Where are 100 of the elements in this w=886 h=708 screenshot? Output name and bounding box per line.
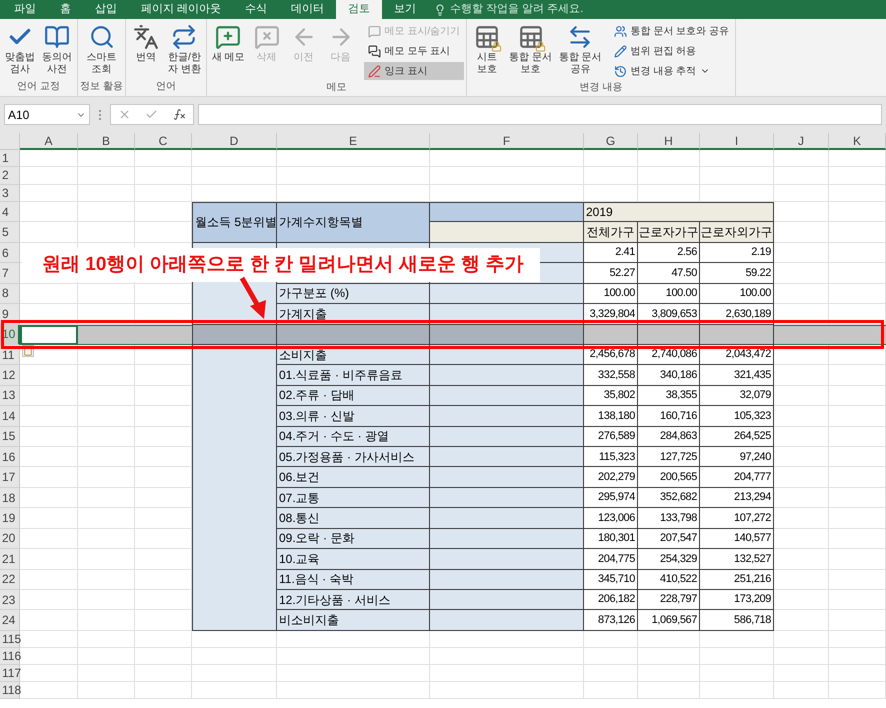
- column-header[interactable]: F: [430, 133, 584, 150]
- table-cell: 32,079: [700, 386, 774, 406]
- row-header[interactable]: 13: [0, 386, 20, 406]
- table-cell: 07.교통: [277, 488, 430, 508]
- ribbon-tab[interactable]: 검토: [336, 0, 382, 19]
- table-cell: 213,294: [700, 488, 774, 508]
- column-header[interactable]: C: [135, 133, 192, 150]
- row-header[interactable]: 14: [0, 406, 20, 427]
- row-header[interactable]: 117: [0, 664, 20, 682]
- ribbon-button[interactable]: 통합 문서 공유: [556, 22, 605, 76]
- table-cell: 115,323: [584, 447, 638, 468]
- row-header[interactable]: 21: [0, 549, 20, 570]
- row-header[interactable]: 12: [0, 365, 20, 386]
- row-header[interactable]: 23: [0, 590, 20, 610]
- group-label: 메모: [325, 81, 348, 95]
- ribbon-button[interactable]: 통합 문서 보호와 공유: [610, 22, 734, 40]
- cancel-icon[interactable]: [118, 108, 132, 121]
- row-header[interactable]: 116: [0, 648, 20, 665]
- column-header[interactable]: K: [829, 133, 886, 150]
- row-header[interactable]: 16: [0, 447, 20, 468]
- row-header[interactable]: 18: [0, 488, 20, 508]
- column-header[interactable]: B: [78, 133, 135, 150]
- row-header[interactable]: 2: [0, 167, 20, 185]
- function-icon[interactable]: [172, 108, 186, 121]
- row-header[interactable]: 24: [0, 610, 20, 631]
- group-label: 언어 교정: [16, 80, 61, 94]
- ribbon-button[interactable]: 메모 모두 표시: [364, 42, 464, 60]
- ribbon-button[interactable]: 시트 보호: [469, 22, 506, 76]
- table-header-cell: 전체가구: [584, 222, 638, 243]
- ribbon-tab[interactable]: 페이지 레이아웃: [129, 0, 234, 19]
- table-cell: 09.오락 · 문화: [277, 528, 430, 550]
- table-cell: 가구분포 (%): [277, 284, 430, 304]
- ribbon-button[interactable]: 한글/한 자 변환: [165, 22, 204, 76]
- comment-icon: [368, 24, 381, 38]
- ribbon-tab[interactable]: 삽입: [83, 0, 129, 19]
- annotation-tooltip: 원래 10행이 아래쪽으로 한 칸 밀려나면서 새로운 행 추가: [22, 248, 540, 282]
- ribbon-button[interactable]: 맞춤법 검사: [2, 22, 38, 76]
- column-header[interactable]: D: [192, 133, 277, 150]
- row-header[interactable]: 22: [0, 570, 20, 590]
- table-cell: 206,182: [584, 590, 638, 610]
- row-header[interactable]: 4: [0, 202, 20, 222]
- table-cell: 1,069,567: [638, 610, 700, 631]
- row-header[interactable]: 19: [0, 508, 20, 529]
- table-cell: 01.식료품 · 비주류음료: [277, 365, 430, 386]
- table-cell: 352,682: [638, 488, 700, 508]
- table-cell: 204,777: [700, 467, 774, 488]
- ribbon-tab[interactable]: 데이터: [279, 0, 336, 19]
- pen-icon: [368, 64, 381, 78]
- table-header-cell: 2019: [584, 202, 774, 222]
- ribbon-tab[interactable]: 보기: [382, 0, 428, 19]
- table-cell: 2.19: [700, 242, 774, 264]
- ribbon-button[interactable]: 새 메모: [208, 22, 248, 64]
- row-header[interactable]: 20: [0, 528, 20, 550]
- name-box[interactable]: A10: [4, 104, 90, 125]
- row-header[interactable]: 115: [0, 630, 20, 648]
- table-cell: 비소비지출: [277, 610, 430, 631]
- drag-handle-icon[interactable]: [99, 110, 101, 120]
- ribbon-button[interactable]: 잉크 표시: [364, 62, 464, 80]
- table-cell: 254,329: [638, 549, 700, 570]
- column-header[interactable]: I: [700, 133, 774, 150]
- column-header[interactable]: G: [584, 133, 638, 150]
- ribbon-tab[interactable]: 홈: [48, 0, 83, 19]
- table-cell: 127,725: [638, 447, 700, 468]
- table-cell: 586,718: [700, 610, 774, 631]
- table-cell: 202,279: [584, 467, 638, 488]
- select-all-corner[interactable]: [0, 133, 20, 150]
- ribbon-button[interactable]: 번역: [128, 22, 164, 64]
- formula-input[interactable]: [198, 104, 882, 125]
- row-header[interactable]: 6: [0, 242, 20, 264]
- table-cell: 332,558: [584, 365, 638, 386]
- row-header[interactable]: 8: [0, 284, 20, 304]
- table-cell: 105,323: [700, 406, 774, 427]
- row-header[interactable]: 118: [0, 682, 20, 699]
- table-cell: 133,798: [638, 508, 700, 529]
- ribbon-button[interactable]: 동의어 사전: [39, 22, 75, 76]
- ribbon-button[interactable]: 통합 문서 보호: [506, 22, 555, 76]
- table-cell: 204,775: [584, 549, 638, 570]
- row-header[interactable]: 3: [0, 184, 20, 202]
- active-cell[interactable]: [20, 324, 78, 345]
- column-header[interactable]: J: [774, 133, 829, 150]
- row-header[interactable]: 7: [0, 263, 20, 284]
- row-header[interactable]: 1: [0, 150, 20, 168]
- ribbon-tab[interactable]: 파일: [2, 0, 48, 19]
- row-header[interactable]: 5: [0, 222, 20, 243]
- row-header[interactable]: 15: [0, 426, 20, 448]
- ribbon-button[interactable]: 스마트 조회: [84, 22, 120, 76]
- ribbon-button[interactable]: 범위 편집 허용: [610, 42, 734, 60]
- column-header[interactable]: E: [277, 133, 430, 150]
- ribbon-button[interactable]: 변경 내용 추적: [610, 62, 734, 80]
- row-header[interactable]: 17: [0, 467, 20, 488]
- table-cell: 228,797: [638, 590, 700, 610]
- table-cell: 04.주거 · 수도 · 광열: [277, 426, 430, 448]
- table-cell: 345,710: [584, 570, 638, 590]
- column-header[interactable]: A: [20, 133, 78, 150]
- column-header[interactable]: H: [638, 133, 700, 150]
- ribbon-tab[interactable]: 수식: [233, 0, 280, 19]
- tell-me-field[interactable]: 수행할 작업을 알려 주세요.: [450, 1, 650, 18]
- table-cell: 2.56: [638, 242, 700, 264]
- table-cell: 52.27: [584, 263, 638, 284]
- table-cell: 873,126: [584, 610, 638, 631]
